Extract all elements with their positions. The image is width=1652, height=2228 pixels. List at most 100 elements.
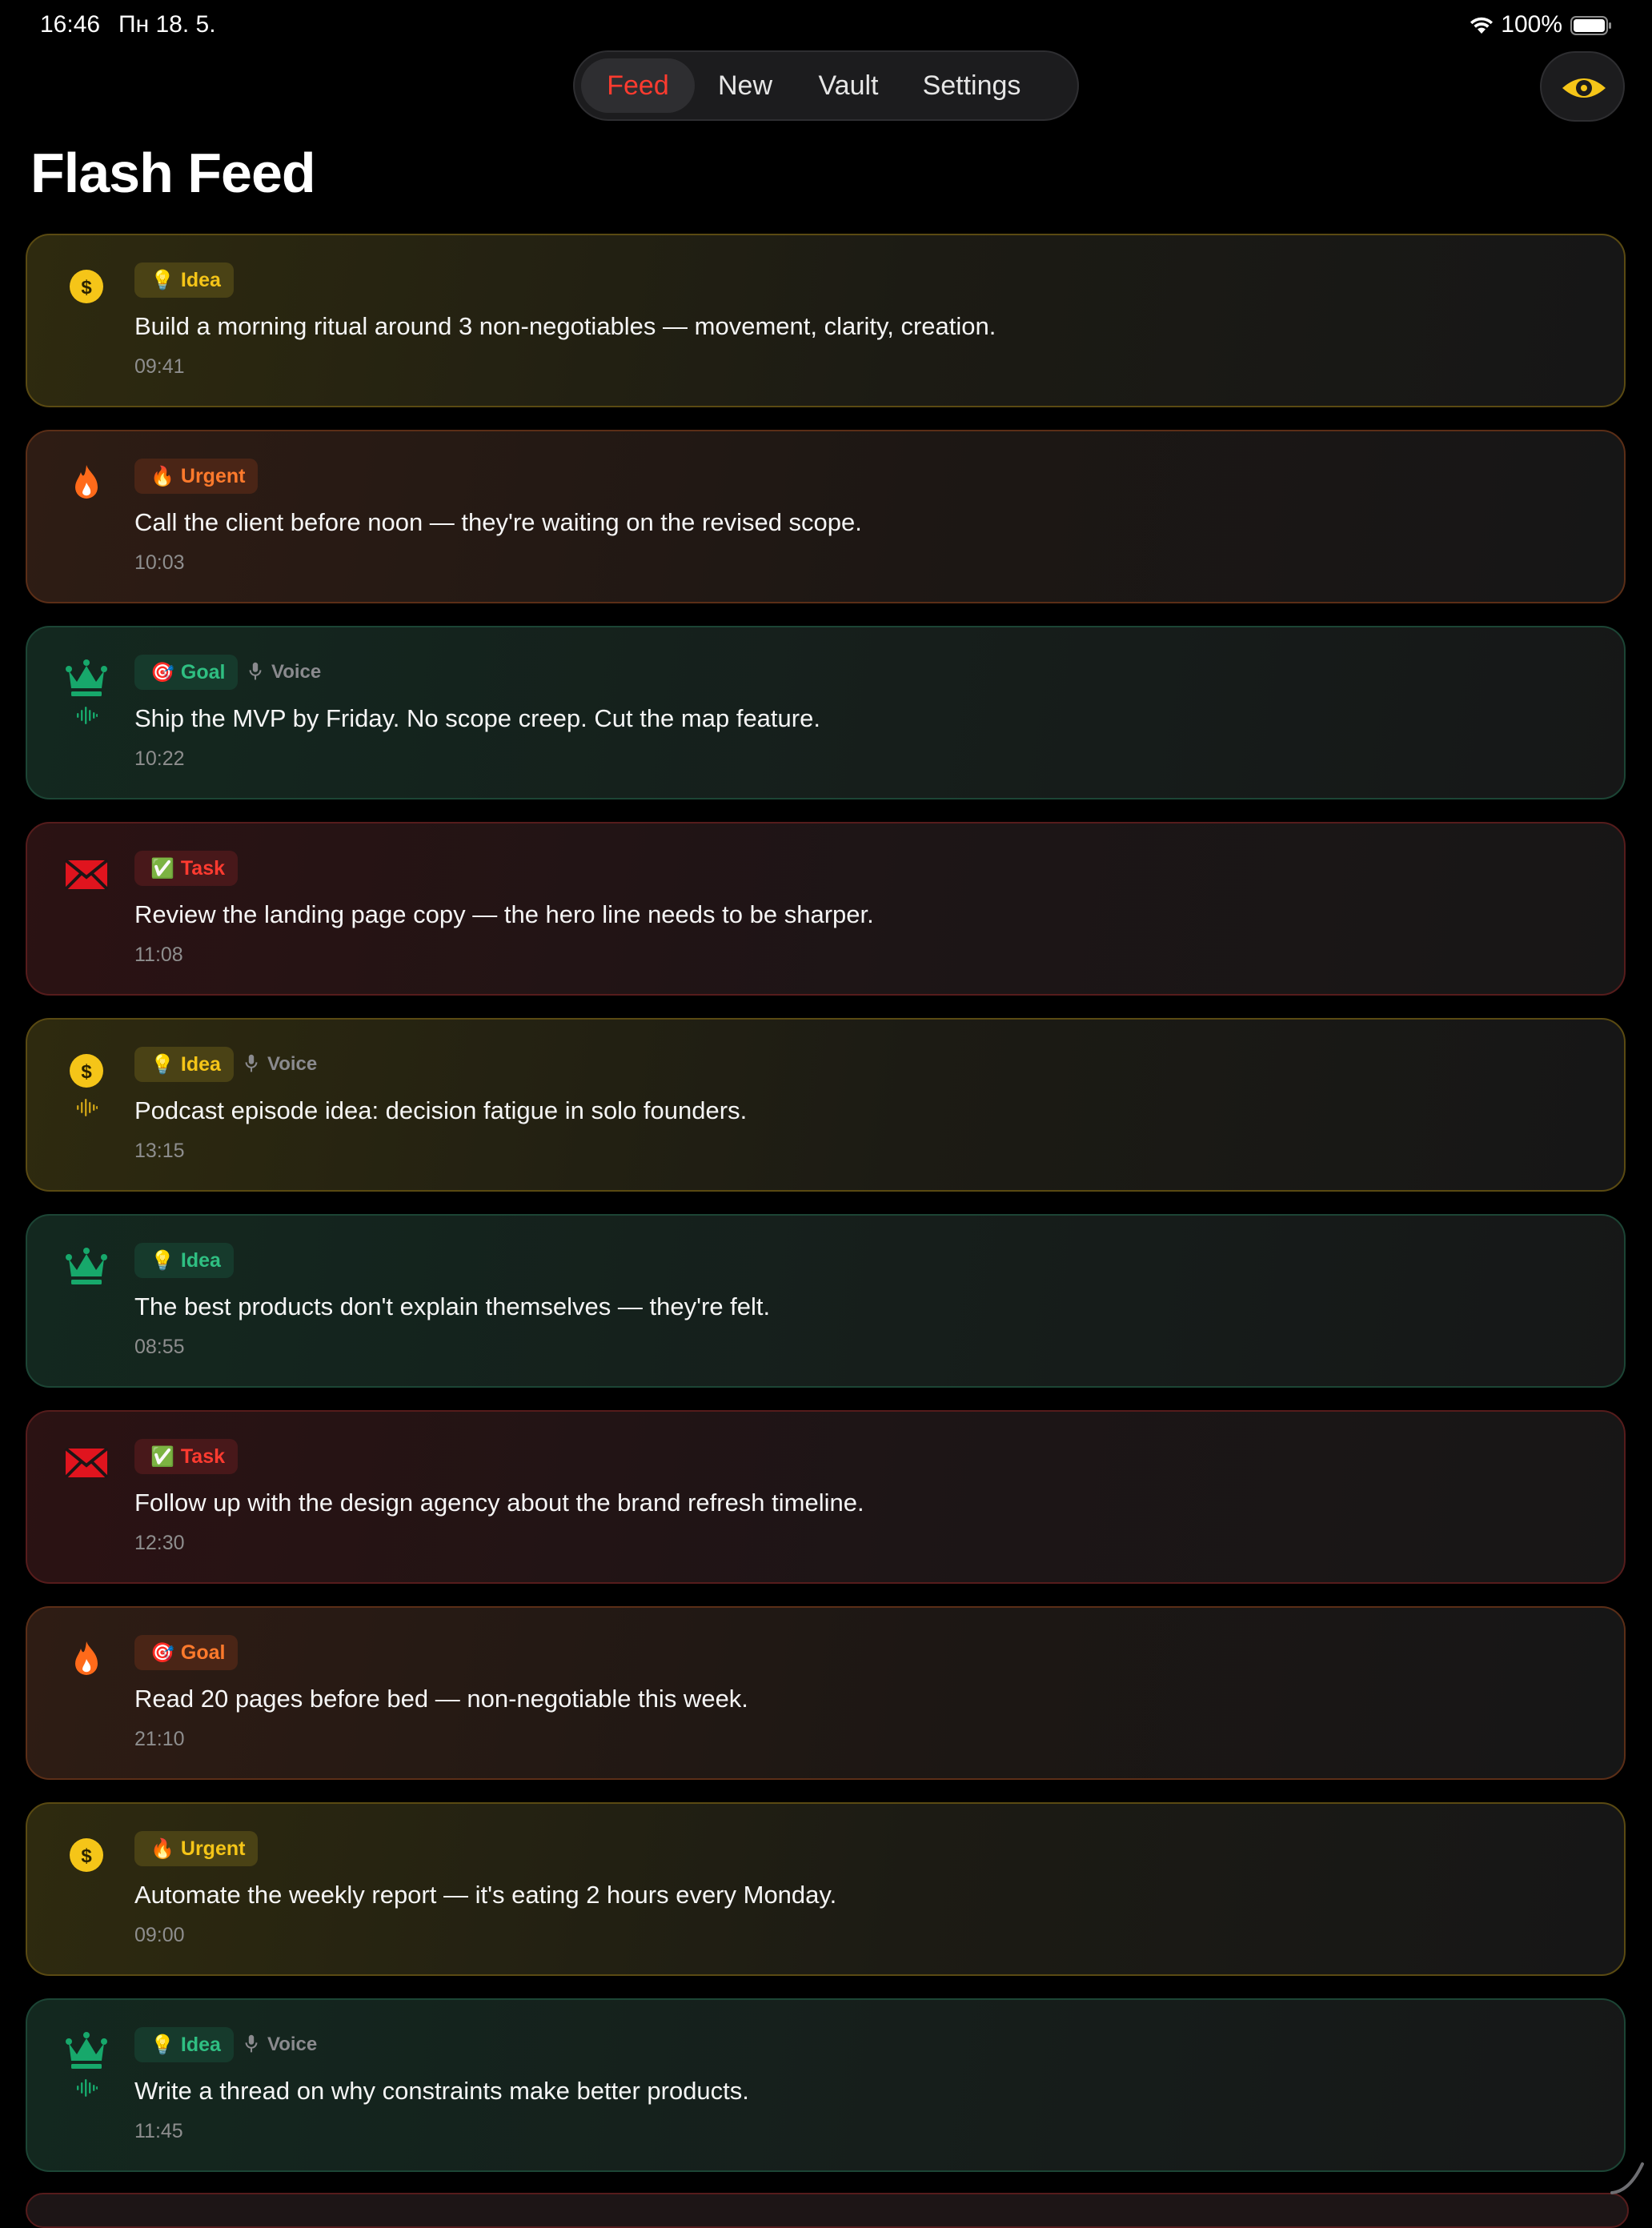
feed-card[interactable]: 💡 Idea Voice Write a thread on why constrai… — [26, 1998, 1626, 2172]
page-title: Flash Feed — [30, 142, 316, 204]
status-time: 16:46 — [40, 11, 101, 38]
battery-icon — [1570, 16, 1611, 35]
note-time: 10:03 — [134, 551, 185, 574]
eye-icon — [1562, 78, 1606, 98]
crown-icon — [64, 656, 109, 701]
waveform-icon — [75, 1096, 98, 1119]
feed-card[interactable]: 🔥 Urgent Call the client before noon — the… — [26, 430, 1626, 603]
tab-settings[interactable]: Settings — [901, 58, 1042, 113]
category-emoji: 🔥 — [150, 1838, 174, 1860]
status-date: Пн 18. 5. — [118, 11, 216, 38]
feed-card[interactable]: 🎯 Goal Voice Ship the MVP by Friday. No sco… — [26, 626, 1626, 799]
category-badge: 💡 Idea — [134, 2027, 234, 2062]
category-badge: 🎯 Goal — [134, 655, 239, 690]
category-badge: 🔥 Urgent — [134, 459, 259, 494]
category-emoji: 🎯 — [150, 1642, 174, 1664]
next-feed-card-peek[interactable] — [26, 2193, 1629, 2228]
voice-label: Voice — [267, 2034, 318, 2055]
flame-icon — [64, 1637, 109, 1681]
flame-icon — [64, 460, 109, 505]
feed-card[interactable]: $ 💡 Idea Voice Podcast episode idea: decisio… — [26, 1018, 1626, 1192]
category-badge: 🔥 Urgent — [134, 1831, 259, 1866]
category-label: Idea — [180, 2034, 221, 2056]
category-emoji: 🎯 — [150, 662, 174, 683]
category-label: Urgent — [180, 1837, 246, 1860]
note-time: 11:45 — [134, 2120, 183, 2142]
note-time: 09:00 — [134, 1924, 185, 1946]
dollar-icon: $ — [64, 1048, 109, 1093]
note-text: The best products don't explain themselv… — [134, 1292, 771, 1320]
category-badge: ✅ Task — [134, 1439, 239, 1474]
battery-percent: 100% — [1501, 11, 1562, 38]
svg-text:$: $ — [81, 1061, 92, 1083]
crown-icon — [64, 2029, 109, 2074]
feed-card[interactable]: ✅ Task Follow up with the design agency ab… — [26, 1410, 1626, 1584]
waveform-icon — [75, 704, 98, 727]
category-label: Goal — [180, 661, 226, 683]
note-text: Ship the MVP by Friday. No scope creep. … — [134, 704, 820, 732]
note-text: Build a morning ritual around 3 non-nego… — [134, 312, 996, 340]
note-text: Automate the weekly report — it's eating… — [134, 1881, 837, 1909]
note-text: Podcast episode idea: decision fatigue i… — [134, 1096, 748, 1124]
note-time: 12:30 — [134, 1532, 185, 1554]
mail-icon — [64, 1441, 109, 1485]
category-label: Urgent — [180, 465, 246, 487]
note-time: 21:10 — [134, 1728, 185, 1750]
voice-label: Voice — [271, 661, 322, 683]
microphone-icon — [245, 1053, 267, 1075]
tab-new[interactable]: New — [695, 58, 796, 113]
feed-card[interactable]: 🎯 Goal Read 20 pages before bed — non-nego… — [26, 1606, 1626, 1780]
feed-card[interactable]: 💡 Idea The best products don't explain the… — [26, 1214, 1626, 1388]
resize-handle-icon[interactable] — [1606, 2156, 1647, 2198]
category-label: Idea — [180, 1053, 221, 1076]
note-text: Read 20 pages before bed — non-negotiabl… — [134, 1685, 748, 1713]
category-badge: 💡 Idea — [134, 262, 234, 298]
microphone-icon — [245, 2034, 267, 2055]
note-time: 13:15 — [134, 1140, 185, 1162]
category-emoji: ✅ — [150, 1446, 174, 1468]
feed-card[interactable]: $ 🔥 Urgent Automate the weekly report — it'… — [26, 1802, 1626, 1976]
crown-icon — [64, 1244, 109, 1289]
voice-badge: Voice — [245, 2027, 317, 2062]
waveform-icon — [75, 2077, 98, 2099]
category-badge: 💡 Idea — [134, 1243, 234, 1278]
tab-vault[interactable]: Vault — [796, 58, 901, 113]
category-label: Goal — [180, 1641, 226, 1664]
note-text: Call the client before noon — they're wa… — [134, 508, 862, 536]
note-time: 10:22 — [134, 747, 185, 770]
top-segmented-nav: Feed New Vault Settings — [573, 50, 1079, 121]
tab-feed[interactable]: Feed — [581, 58, 695, 113]
note-text: Follow up with the design agency about t… — [134, 1489, 864, 1517]
voice-label: Voice — [267, 1053, 318, 1075]
voice-badge: Voice — [245, 1047, 317, 1082]
category-label: Task — [180, 1445, 226, 1468]
category-emoji: ✅ — [150, 858, 174, 880]
category-badge: 💡 Idea — [134, 1047, 234, 1082]
svg-text:$: $ — [81, 1845, 92, 1867]
svg-text:$: $ — [81, 277, 92, 299]
status-bar: 16:46 Пн 18. 5. 100% — [0, 0, 1652, 51]
category-badge: 🎯 Goal — [134, 1635, 239, 1670]
note-text: Review the landing page copy — the hero … — [134, 900, 874, 928]
category-label: Idea — [180, 1249, 221, 1272]
visibility-toggle-button[interactable] — [1540, 51, 1625, 122]
microphone-icon — [249, 661, 271, 683]
category-label: Idea — [180, 269, 221, 291]
category-emoji: 💡 — [150, 1250, 174, 1272]
category-emoji: 💡 — [150, 270, 174, 291]
feed-card[interactable]: ✅ Task Review the landing page copy — the … — [26, 822, 1626, 996]
category-badge: ✅ Task — [134, 851, 239, 886]
mail-icon — [64, 852, 109, 897]
category-emoji: 🔥 — [150, 466, 174, 487]
category-emoji: 💡 — [150, 1054, 174, 1076]
note-time: 09:41 — [134, 355, 185, 378]
note-time: 08:55 — [134, 1336, 185, 1358]
note-time: 11:08 — [134, 944, 183, 966]
dollar-icon: $ — [64, 1833, 109, 1877]
voice-badge: Voice — [249, 655, 321, 690]
feed-card[interactable]: $ 💡 Idea Build a morning ritual around 3 no… — [26, 234, 1626, 407]
dollar-icon: $ — [64, 264, 109, 309]
note-text: Write a thread on why constraints make b… — [134, 2077, 749, 2105]
category-label: Task — [180, 857, 226, 880]
flash-feed-list: $ 💡 Idea Build a morning ritual around 3 no… — [26, 234, 1626, 2194]
